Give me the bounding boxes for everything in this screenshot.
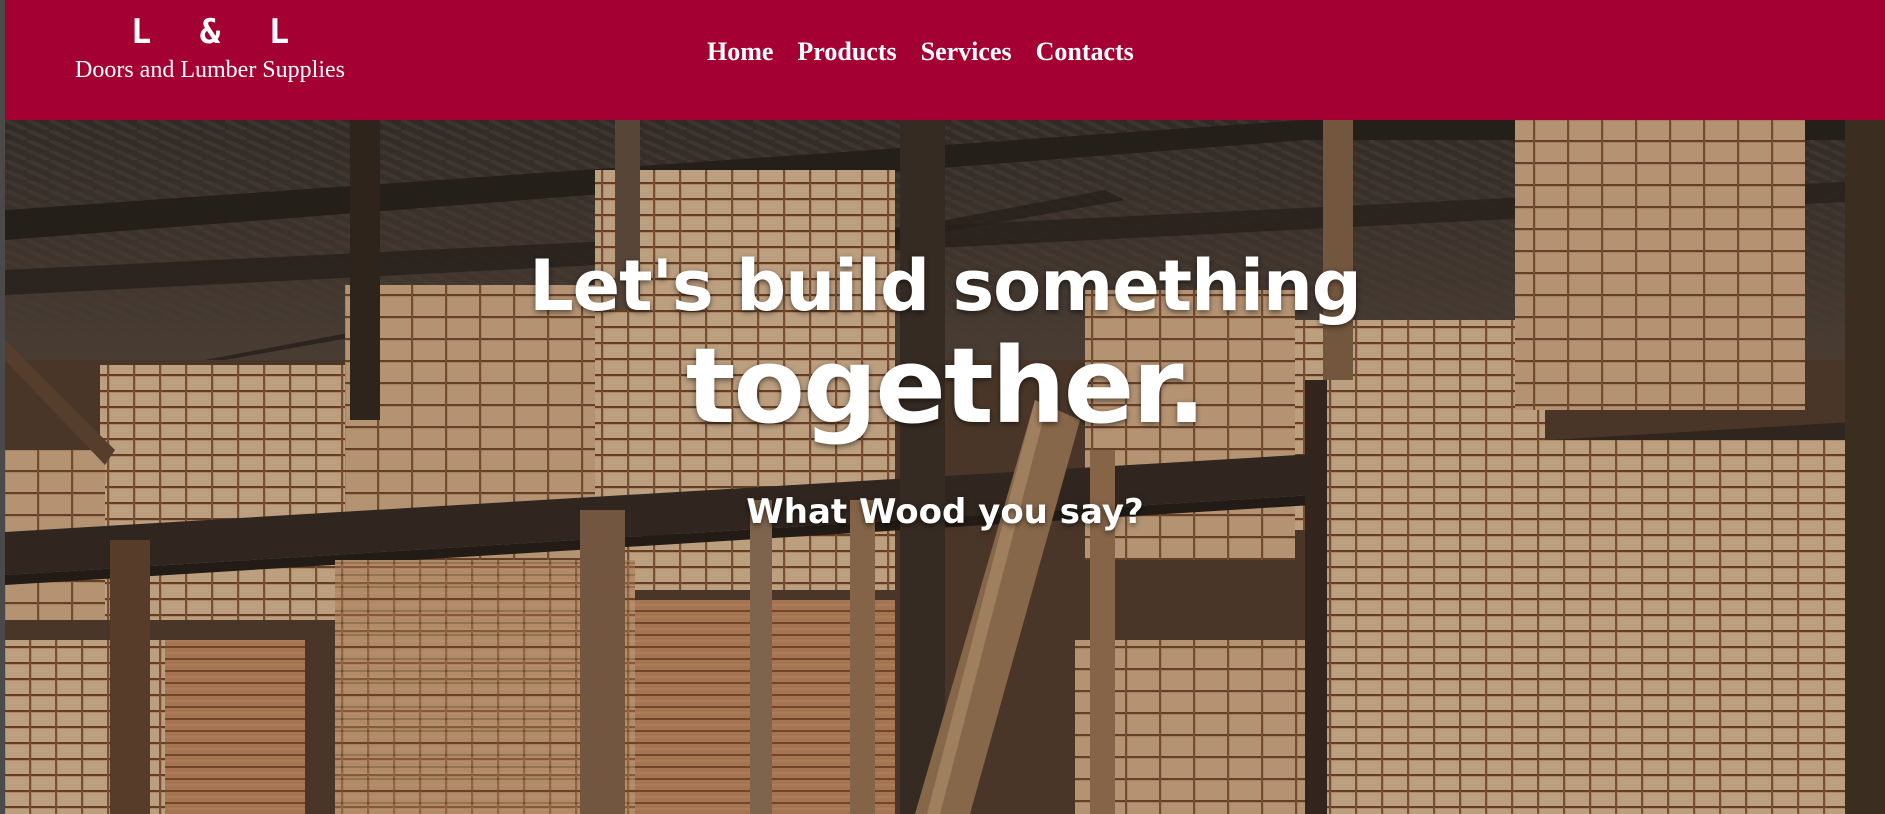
hero-heading-line2: together. (685, 325, 1206, 447)
main-nav: Home Products Services Contacts (707, 34, 1134, 70)
brand-name: Doors and Lumber Supplies (75, 57, 345, 83)
hero-section: Let's build something together. What Woo… (5, 120, 1885, 814)
brand-logo[interactable]: L & L Doors and Lumber Supplies (5, 12, 415, 85)
nav-home-link[interactable]: Home (707, 34, 773, 70)
hero-heading-line1: Let's build something (529, 245, 1362, 327)
site-header: L & L Doors and Lumber Supplies Home Pro… (5, 0, 1885, 120)
nav-contacts-link[interactable]: Contacts (1036, 34, 1134, 70)
brand-mark: L & L (130, 12, 304, 52)
window-left-edge (0, 0, 5, 814)
hero-subheading: What Wood you say? (746, 492, 1144, 532)
hero-overlay (5, 120, 1885, 814)
nav-products-link[interactable]: Products (797, 34, 896, 70)
nav-services-link[interactable]: Services (921, 34, 1012, 70)
